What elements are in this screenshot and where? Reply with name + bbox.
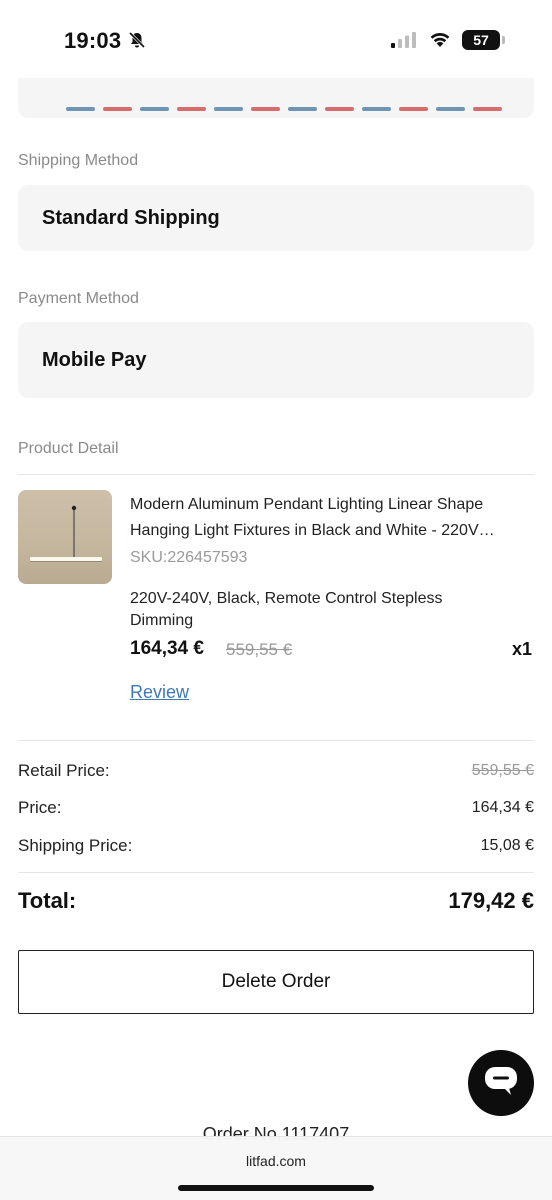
battery-cap [502,36,505,44]
product-title-line-1: Modern Aluminum Pendant Lighting Linear … [130,496,484,513]
battery-indicator: 57 [462,30,500,50]
product-quantity: x1 [511,639,532,659]
shipping-method-value: Standard Shipping [42,206,220,229]
bell-muted-icon [128,31,146,54]
divider [18,872,534,873]
product-image[interactable] [18,490,112,584]
retail-price-label: Retail Price: [18,761,110,780]
product-price: 164,34 € [130,638,204,659]
shipping-price-label: Shipping Price: [18,836,133,855]
divider [18,474,534,475]
product-detail-label: Product Detail [18,440,119,457]
wifi-icon [428,30,452,53]
cellular-signal-icon [391,32,419,53]
review-link[interactable]: Review [130,682,189,703]
divider [18,740,534,741]
retail-price-value: 559,55 € [471,762,534,779]
price-row: Price: 164,34 € [18,798,534,822]
shipping-price-value: 15,08 € [480,837,534,854]
delete-order-button[interactable]: Delete Order [18,950,534,1014]
price-label: Price: [18,798,62,817]
status-bar: 19:03 57 [0,0,552,78]
product-title[interactable]: Modern Aluminum Pendant Lighting Linear … [130,492,534,544]
shipping-method-option[interactable]: Standard Shipping [18,185,534,251]
shipping-price-row: Shipping Price: 15,08 € [18,836,534,860]
chat-bubble-icon [484,1066,518,1101]
home-indicator[interactable] [178,1185,374,1191]
total-value: 179,42 € [448,888,534,913]
status-time: 19:03 [64,28,122,53]
product-title-line-2: Hanging Light Fixtures in Black and Whit… [130,522,495,539]
product-original-price: 559,55 € [226,640,293,659]
retail-price-row: Retail Price: 559,55 € [18,761,534,785]
product-variant: 220V-240V, Black, Remote Control Steples… [130,590,443,629]
airmail-stripe [66,107,502,111]
product-sku: SKU:226457593 [130,549,248,566]
total-label: Total: [18,888,77,913]
price-value: 164,34 € [471,799,534,816]
order-detail-page: 19:03 57 Shipping Method Standard Shippi… [0,0,552,1200]
shipping-method-label: Shipping Method [18,152,139,169]
payment-method-option[interactable]: Mobile Pay [18,322,534,398]
browser-url[interactable]: litfad.com [0,1153,552,1169]
chat-support-button[interactable] [468,1050,534,1116]
payment-method-value: Mobile Pay [42,348,147,371]
shipping-address-card[interactable] [18,78,534,118]
browser-address-bar[interactable]: litfad.com [0,1136,552,1200]
payment-method-label: Payment Method [18,290,139,307]
